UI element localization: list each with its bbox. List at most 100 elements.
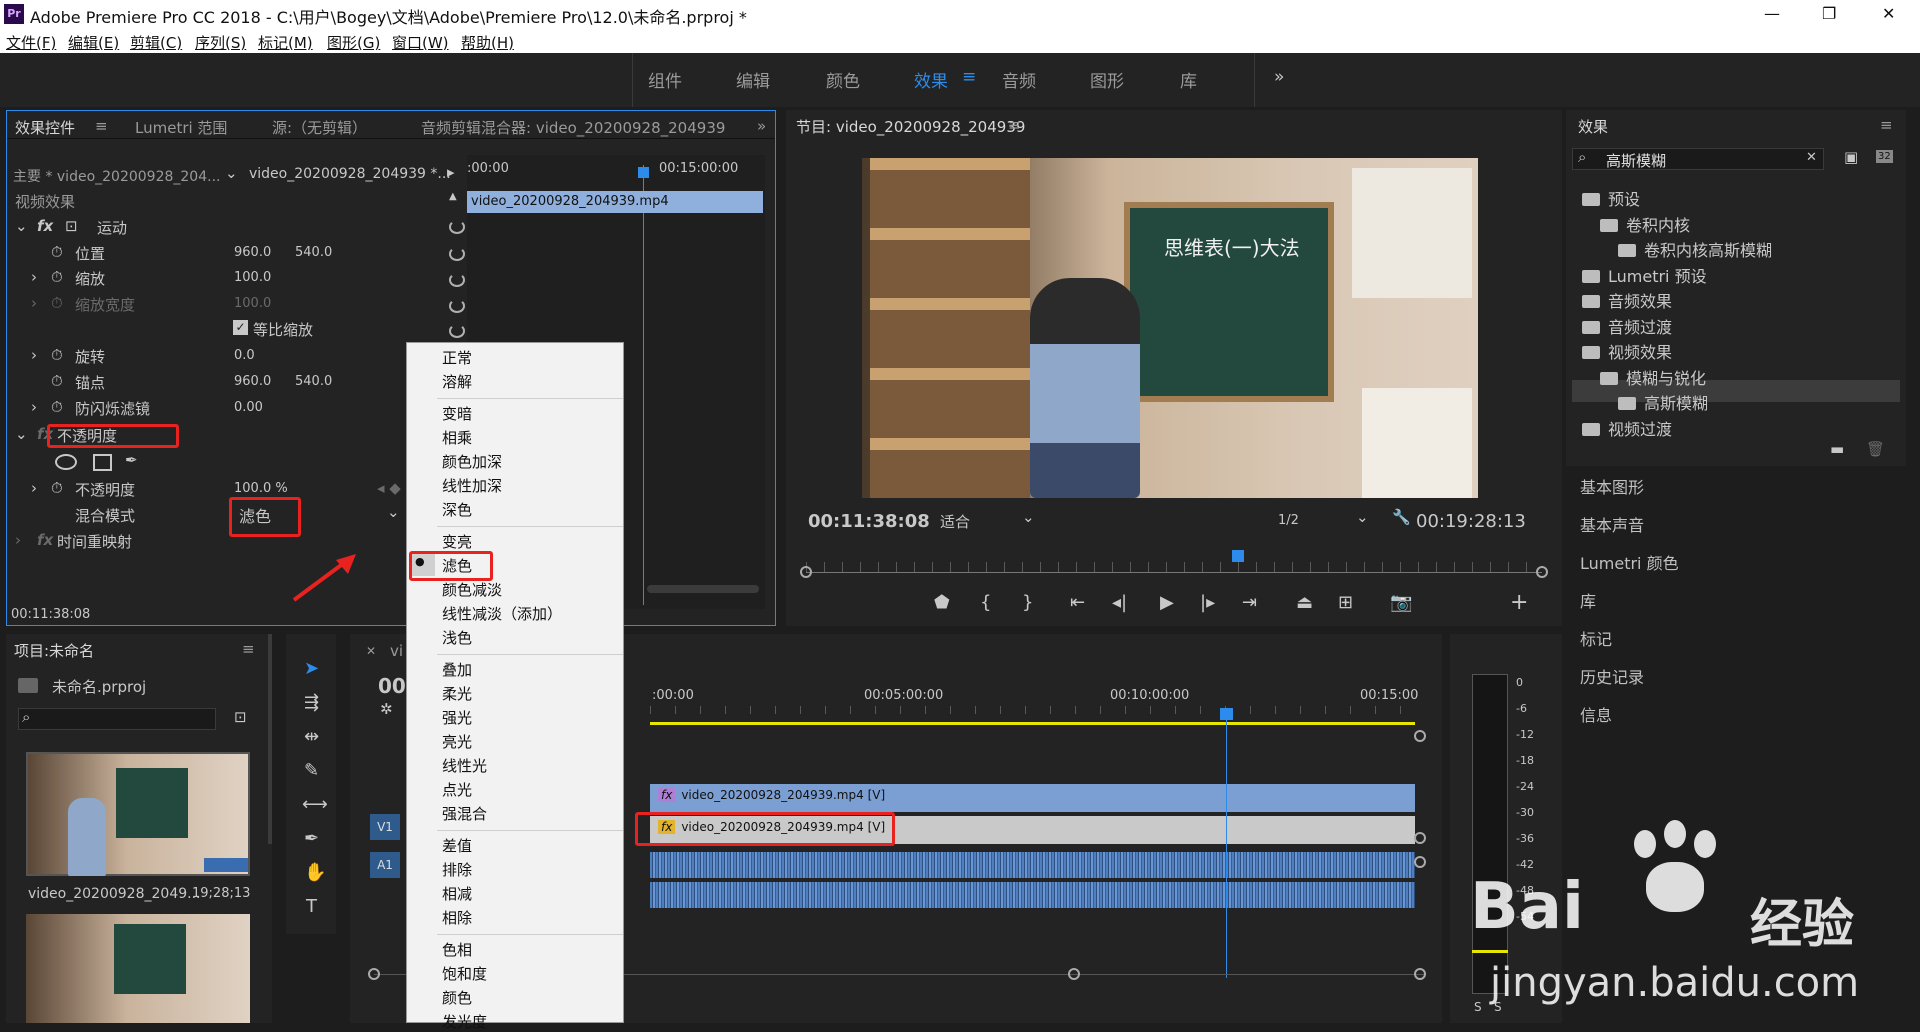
reset-icon[interactable] — [449, 324, 465, 338]
track-end-handle[interactable] — [1414, 856, 1426, 868]
effects-tree-item[interactable]: 视频过渡 — [1582, 416, 1672, 440]
step-back-icon[interactable]: ◂| — [1112, 592, 1127, 613]
menu-help[interactable]: 帮助(H) — [461, 32, 514, 53]
panel-overflow-icon[interactable]: » — [757, 117, 766, 135]
fit-dropdown[interactable]: 适合 — [940, 511, 970, 532]
menu-sequence[interactable]: 序列(S) — [195, 32, 246, 53]
menu-window[interactable]: 窗口(W) — [392, 32, 449, 53]
tab-lumetri-scopes[interactable]: Lumetri 范围 — [135, 117, 227, 138]
ripple-edit-tool-icon[interactable]: ⇹ — [304, 726, 319, 747]
blend-mode-option[interactable]: 线性加深 — [442, 475, 502, 496]
blend-mode-option[interactable]: 颜色减淡 — [442, 579, 502, 600]
add-marker-icon[interactable]: ⬟ — [934, 592, 950, 613]
menu-file[interactable]: 文件(F) — [6, 32, 56, 53]
blend-mode-option[interactable]: 差值 — [442, 835, 472, 856]
32bit-effects-icon[interactable]: 32 — [1876, 150, 1893, 163]
effects-tree-item[interactable]: Lumetri 预设 — [1582, 263, 1707, 287]
delete-icon[interactable]: 🗑 — [1866, 440, 1885, 458]
side-panel-info[interactable]: 信息 — [1570, 702, 1905, 726]
stopwatch-icon[interactable]: ⏱ — [51, 346, 63, 364]
blend-mode-option[interactable]: 发光度 — [442, 1011, 487, 1032]
new-bin-icon[interactable]: ▬ — [1830, 440, 1844, 458]
mini-scrollbar[interactable] — [647, 585, 759, 593]
keyframe-nav-icon[interactable]: ◂ ◆ — [377, 479, 401, 497]
hscroll-end-handle[interactable] — [1414, 968, 1426, 980]
blend-dropdown-icon[interactable]: ⌄ — [387, 503, 400, 521]
tab-effect-controls[interactable]: 效果控件 — [15, 117, 75, 138]
slip-tool-icon[interactable]: ⟷ — [302, 794, 328, 815]
project-search-input[interactable] — [18, 708, 216, 730]
reset-icon[interactable] — [449, 299, 465, 313]
new-bin-icon[interactable]: ⊡ — [234, 708, 247, 726]
effects-tree-item[interactable]: 音频过渡 — [1582, 314, 1672, 338]
motion-expand-icon[interactable]: ⌄ — [15, 217, 28, 235]
stopwatch-icon[interactable]: ⏱ — [51, 398, 63, 416]
menu-clip[interactable]: 剪辑(C) — [130, 32, 182, 53]
effects-tree-item[interactable]: 视频效果 — [1582, 339, 1672, 363]
menu-edit[interactable]: 编辑(E) — [68, 32, 119, 53]
workspace-color[interactable]: 颜色 — [826, 67, 860, 92]
workspace-audio[interactable]: 音频 — [1002, 67, 1036, 92]
go-to-in-icon[interactable]: ⇤ — [1070, 592, 1085, 613]
blend-mode-option[interactable]: 叠加 — [442, 659, 472, 680]
minimize-button[interactable]: — — [1764, 4, 1780, 23]
selection-tool-icon[interactable]: ➤ — [304, 658, 319, 679]
effects-tree-item[interactable]: 预设 — [1582, 186, 1640, 210]
menu-marker[interactable]: 标记(M) — [258, 32, 313, 53]
rectangle-mask-icon[interactable] — [93, 454, 112, 471]
reset-icon[interactable] — [449, 220, 465, 234]
blend-mode-option[interactable]: 深色 — [442, 499, 472, 520]
a2-clip[interactable] — [650, 882, 1415, 908]
mini-playhead[interactable] — [643, 165, 644, 605]
lift-icon[interactable]: ⏏ — [1296, 592, 1313, 613]
opacity-expand-icon[interactable]: ⌄ — [15, 425, 28, 443]
export-frame-icon[interactable]: 📷 — [1390, 592, 1412, 613]
program-playhead[interactable] — [1232, 550, 1244, 562]
effects-search-value[interactable]: 高斯模糊 — [1606, 150, 1666, 171]
maximize-button[interactable]: ❐ — [1822, 4, 1836, 23]
hand-tool-icon[interactable]: ✋ — [304, 862, 326, 883]
opacity-expand-icon[interactable]: › — [31, 479, 37, 497]
workspace-effects[interactable]: 效果 — [914, 67, 948, 92]
effects-tree-item[interactable]: 音频效果 — [1582, 288, 1672, 312]
anchor-x-value[interactable]: 960.0 — [234, 374, 271, 389]
workspace-libraries[interactable]: 库 — [1180, 67, 1197, 92]
project-scrollbar[interactable] — [268, 634, 272, 844]
master-dropdown-icon[interactable]: ⌄ — [225, 164, 238, 182]
effect-controls-timecode[interactable]: 00:11:38:08 — [11, 607, 90, 622]
workspace-menu-icon[interactable]: ≡ — [962, 67, 976, 87]
effects-tree-item[interactable]: 卷积内核 — [1600, 212, 1690, 236]
tab-menu-icon[interactable]: ≡ — [95, 117, 108, 135]
step-forward-icon[interactable]: |▸ — [1200, 592, 1215, 613]
blend-mode-option[interactable]: 线性减淡（添加） — [442, 603, 562, 624]
blend-mode-option[interactable]: 强光 — [442, 707, 472, 728]
tab-source[interactable]: 源:（无剪辑） — [272, 117, 367, 138]
blend-mode-option[interactable]: 相乘 — [442, 427, 472, 448]
blend-mode-option[interactable]: 色相 — [442, 939, 472, 960]
workspace-more-icon[interactable]: » — [1274, 67, 1284, 87]
workspace-graphics[interactable]: 图形 — [1090, 67, 1124, 92]
quality-dropdown[interactable]: 1/2 — [1278, 513, 1299, 528]
blend-mode-option[interactable]: 柔光 — [442, 683, 472, 704]
uniform-scale-checkbox[interactable]: ✓ — [233, 320, 248, 335]
mark-in-icon[interactable]: { — [980, 592, 991, 613]
track-a1-label[interactable]: A1 — [370, 852, 400, 878]
program-menu-icon[interactable]: ≡ — [1008, 116, 1021, 134]
effects-tree-item[interactable]: 卷积内核高斯模糊 — [1618, 237, 1772, 261]
effects-menu-icon[interactable]: ≡ — [1880, 116, 1893, 134]
blend-mode-option[interactable]: 颜色加深 — [442, 451, 502, 472]
effects-tree-item[interactable]: 高斯模糊 — [1618, 390, 1708, 414]
play-icon[interactable]: ▶ — [1160, 592, 1174, 613]
snap-icon[interactable]: ✲ — [380, 700, 393, 718]
stopwatch-icon[interactable]: ⏱ — [51, 268, 63, 286]
blend-mode-option[interactable]: 点光 — [442, 779, 472, 800]
menu-graphics[interactable]: 图形(G) — [327, 32, 380, 53]
timeline-playhead-head[interactable] — [1220, 708, 1233, 720]
blend-mode-option[interactable]: 相除 — [442, 907, 472, 928]
go-to-out-icon[interactable]: ⇥ — [1242, 592, 1257, 613]
side-panel-essential-sound[interactable]: 基本声音 — [1570, 512, 1905, 536]
timeline-scroll-handle[interactable] — [1414, 730, 1426, 742]
side-panel-markers[interactable]: 标记 — [1570, 626, 1905, 650]
blend-mode-option[interactable]: 浅色 — [442, 627, 472, 648]
flicker-expand-icon[interactable]: › — [31, 398, 37, 416]
